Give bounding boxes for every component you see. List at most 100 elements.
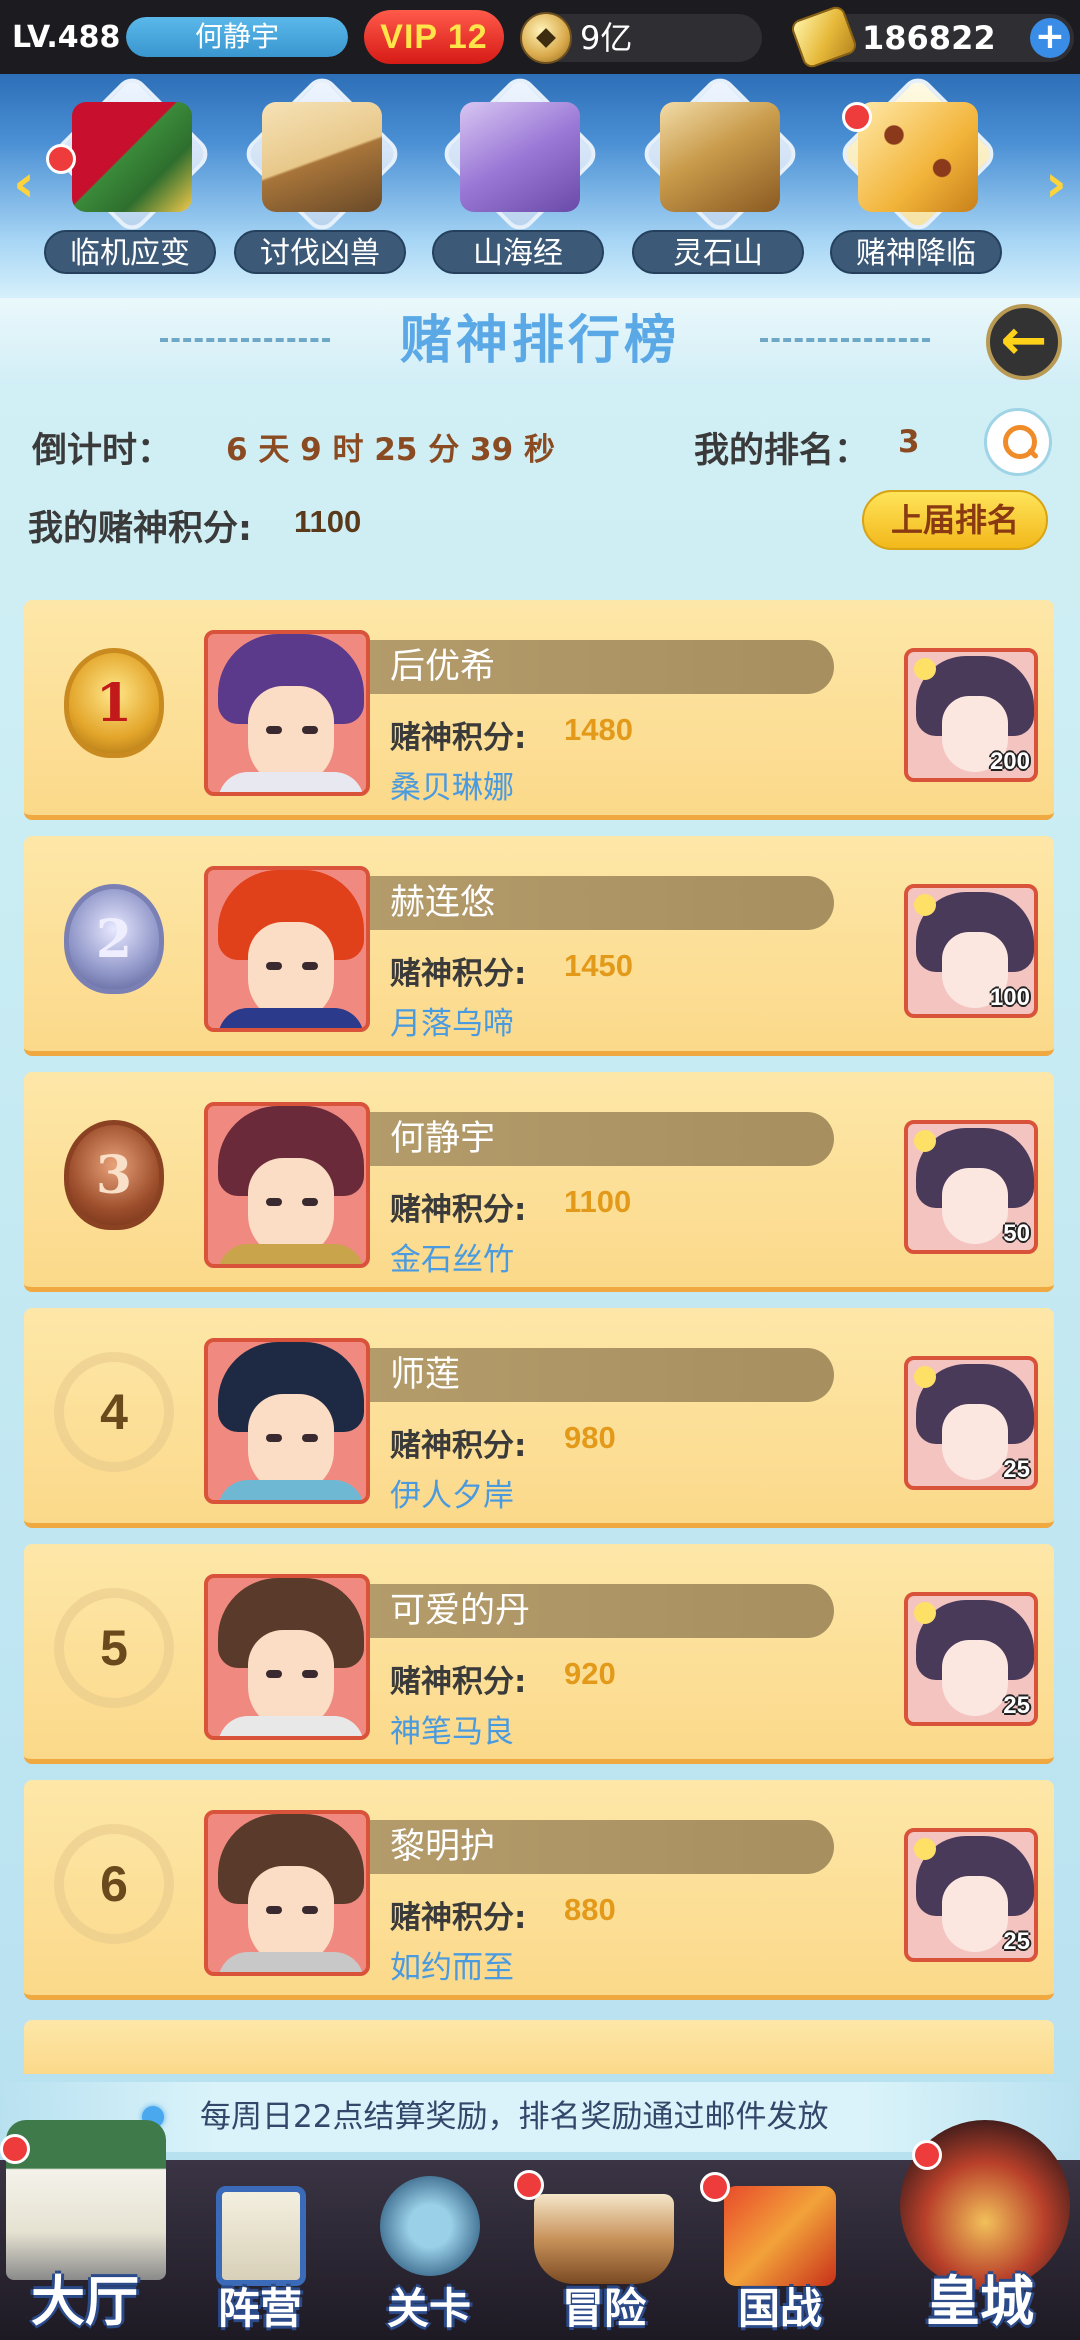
event-tab-3[interactable]: 灵石山 [622, 71, 812, 294]
event-label: 临机应变 [44, 230, 216, 274]
rank-number: 5 [54, 1588, 174, 1708]
rank-badge: 5 [48, 1580, 178, 1720]
nav-imperial-city[interactable]: 皇城 [880, 2120, 1080, 2340]
rank-number: 6 [54, 1824, 174, 1944]
my-rank-label: 我的排名： [694, 431, 870, 471]
rank-medal-icon: 1 [64, 648, 164, 758]
chevron-right-icon[interactable]: › [1036, 154, 1076, 214]
avatar[interactable] [204, 630, 370, 796]
score-value: 880 [564, 1892, 616, 1927]
nav-label: 国战 [737, 2284, 822, 2333]
red-dot-badge [700, 2172, 730, 2202]
nav-lobby[interactable]: 大厅 [0, 2120, 170, 2340]
player-name: 师莲 [390, 1355, 461, 1395]
my-score-label: 我的赌神积分: [28, 509, 252, 549]
nav-adventure[interactable]: 冒险 [514, 2160, 694, 2340]
list-item[interactable]: 1 后优希 赌神积分: 1480 桑贝琳娜 200 [24, 600, 1054, 820]
player-name: 黎明护 [390, 1827, 496, 1867]
plus-icon[interactable]: + [1030, 18, 1070, 58]
rank-info-panel: 倒计时： 6 天 9 时 25 分 39 秒 我的排名： 3 我的赌神积分: 1… [0, 384, 1080, 584]
rank-medal-icon: 2 [64, 884, 164, 994]
player-name: 可爱的丹 [390, 1591, 531, 1631]
score-label: 赌神积分: [390, 1900, 527, 1936]
my-score-value: 1100 [294, 504, 362, 539]
avatar[interactable] [204, 1810, 370, 1976]
castle-icon [6, 2120, 166, 2280]
nav-label: 皇城 [926, 2270, 1034, 2333]
server-name: 神笔马良 [390, 1714, 514, 1750]
event-label: 讨伐凶兽 [234, 230, 406, 274]
rank-badge: 2 [48, 872, 178, 1012]
vip-badge[interactable]: VIP 12 [364, 10, 504, 64]
flower-icon [914, 894, 936, 916]
book-spear-icon [262, 102, 382, 212]
flower-icon [914, 1838, 936, 1860]
server-name: 如约而至 [390, 1950, 514, 1986]
list-item[interactable]: 4 师莲 赌神积分: 980 伊人夕岸 25 [24, 1308, 1054, 1528]
reward-quantity: 50 [1003, 1220, 1030, 1247]
list-item[interactable]: 3 何静宇 赌神积分: 1100 金石丝竹 50 [24, 1072, 1054, 1292]
list-item[interactable]: 2 赫连悠 赌神积分: 1450 月落乌啼 100 [24, 836, 1054, 1056]
reward-item[interactable]: 25 [904, 1828, 1038, 1962]
list-item[interactable]: 6 黎明护 赌神积分: 880 如约而至 25 [24, 1780, 1054, 2000]
status-bar: LV.488 何静宇 VIP 12 9亿 186822 + [0, 0, 1080, 74]
countdown-value: 6 天 9 时 25 分 39 秒 [226, 432, 555, 468]
crossed-swords-icon [380, 2176, 480, 2276]
last-ranking-button[interactable]: 上届排名 [862, 490, 1048, 550]
score-value: 1100 [564, 1184, 632, 1219]
reward-quantity: 100 [989, 984, 1030, 1011]
reward-item[interactable]: 25 [904, 1356, 1038, 1490]
score-label: 赌神积分: [390, 1428, 527, 1464]
rank-badge: 3 [48, 1108, 178, 1248]
gold-counter: 186822 + [789, 3, 1074, 71]
red-dot-badge [46, 144, 76, 174]
server-name: 桑贝琳娜 [390, 770, 514, 806]
war-banner-icon [724, 2186, 836, 2286]
event-label: 灵石山 [632, 230, 804, 274]
avatar[interactable] [204, 1102, 370, 1268]
search-icon[interactable] [984, 408, 1052, 476]
event-tab-0[interactable]: 临机应变 [34, 71, 224, 294]
avatar[interactable] [204, 1338, 370, 1504]
event-tab-1[interactable]: 讨伐凶兽 [224, 71, 414, 294]
server-name: 月落乌啼 [390, 1006, 514, 1042]
player-level: LV.488 [12, 19, 121, 55]
nav-label: 阵营 [217, 2284, 302, 2333]
player-name-bar[interactable]: 何静宇 [126, 17, 348, 57]
event-tab-2[interactable]: 山海经 [422, 71, 612, 294]
nav-nation-war[interactable]: 国战 [700, 2160, 860, 2340]
score-value: 920 [564, 1656, 616, 1691]
gold-amount: 186822 [862, 19, 996, 57]
avatar[interactable] [204, 1574, 370, 1740]
event-label: 山海经 [432, 230, 604, 274]
reward-quantity: 25 [1003, 1456, 1030, 1483]
ship-icon [534, 2194, 674, 2284]
flower-icon [914, 1366, 936, 1388]
reward-item[interactable]: 50 [904, 1120, 1038, 1254]
rank-medal-icon: 3 [64, 1120, 164, 1230]
reward-quantity: 25 [1003, 1692, 1030, 1719]
event-tab-4[interactable]: 赌神降临 [820, 71, 1010, 294]
red-dot-badge [842, 102, 872, 132]
nav-camp[interactable]: 阵营 [190, 2160, 330, 2340]
player-name: 何静宇 [390, 1119, 496, 1159]
list-item-partial [24, 2020, 1054, 2074]
reward-item[interactable]: 25 [904, 1592, 1038, 1726]
player-name: 后优希 [390, 647, 496, 687]
score-label: 赌神积分: [390, 1192, 527, 1228]
list-item[interactable]: 5 可爱的丹 赌神积分: 920 神笔马良 25 [24, 1544, 1054, 1764]
nav-label: 关卡 [386, 2284, 471, 2333]
reward-item[interactable]: 200 [904, 648, 1038, 782]
nav-stages[interactable]: 关卡 [354, 2160, 504, 2340]
purple-scroll-icon [460, 102, 580, 212]
my-rank-value: 3 [898, 424, 920, 460]
flower-icon [914, 1130, 936, 1152]
nav-label: 冒险 [561, 2284, 646, 2333]
back-arrow-icon[interactable]: ← [986, 304, 1062, 380]
dice-icon [858, 102, 978, 212]
nav-label: 大厅 [31, 2270, 139, 2333]
reward-item[interactable]: 100 [904, 884, 1038, 1018]
score-value: 980 [564, 1420, 616, 1455]
avatar[interactable] [204, 866, 370, 1032]
event-carousel: ‹ 临机应变 讨伐凶兽 山海经 灵石山 赌神降临 › [0, 71, 1080, 298]
